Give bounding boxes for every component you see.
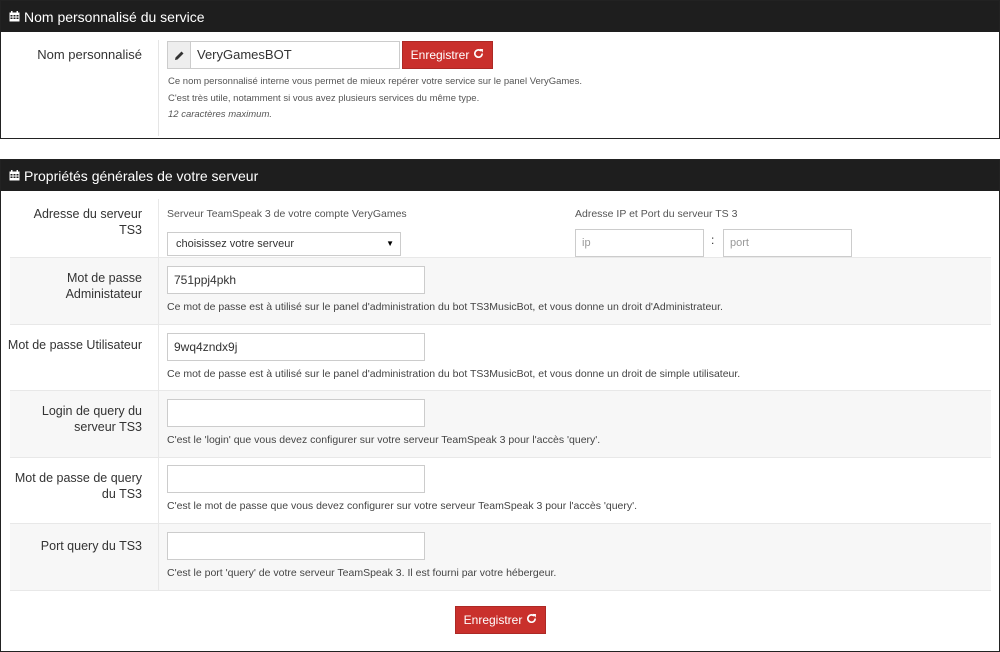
save-label: Enregistrer bbox=[463, 613, 523, 627]
query-login-row: Login de query du serveur TS3 C'est le '… bbox=[10, 391, 991, 458]
query-password-row: Mot de passe de query du TS3 C'est le mo… bbox=[10, 458, 991, 524]
help-text: C'est le port 'query' de votre serveur T… bbox=[167, 567, 557, 579]
calendar-icon bbox=[9, 11, 20, 22]
ip-port-label: Adresse IP et Port du serveur TS 3 bbox=[575, 208, 738, 220]
custom-name-input[interactable]: VeryGamesBOT bbox=[190, 41, 400, 69]
divider bbox=[158, 524, 159, 590]
help-text: Ce mot de passe est à utilisé sur le pan… bbox=[167, 368, 741, 380]
label-line: Administateur bbox=[65, 287, 142, 301]
divider bbox=[158, 40, 159, 136]
divider bbox=[158, 391, 159, 457]
divider bbox=[158, 458, 159, 523]
panel-header: Propriétés générales de votre serveur bbox=[1, 160, 999, 191]
refresh-icon bbox=[473, 48, 484, 62]
help-text: C'est le mot de passe que vous devez con… bbox=[167, 500, 638, 512]
server-properties-panel: Propriétés générales de votre serveur Ad… bbox=[0, 159, 1000, 652]
query-login-label: Login de query du serveur TS3 bbox=[10, 403, 142, 435]
admin-password-row: Mot de passe Administateur 751ppj4pkh Ce… bbox=[10, 258, 991, 325]
label-line: Mot de passe de query bbox=[14, 471, 142, 485]
save-name-button[interactable]: Enregistrer bbox=[402, 41, 493, 69]
panel-title: Nom personnalisé du service bbox=[24, 8, 205, 25]
query-password-label: Mot de passe de query du TS3 bbox=[10, 470, 142, 502]
divider bbox=[158, 199, 159, 257]
pencil-icon bbox=[167, 41, 190, 69]
help-text: Ce nom personnalisé interne vous permet … bbox=[168, 76, 582, 87]
admin-password-label: Mot de passe Administateur bbox=[10, 270, 142, 302]
help-text: C'est très utile, notamment si vous avez… bbox=[168, 93, 480, 104]
query-password-input[interactable] bbox=[167, 465, 425, 493]
query-port-input[interactable] bbox=[167, 532, 425, 560]
refresh-icon bbox=[526, 613, 537, 627]
user-password-label: Mot de passe Utilisateur bbox=[7, 338, 142, 352]
panel-title: Propriétés générales de votre serveur bbox=[24, 167, 259, 184]
custom-name-label: Nom personnalisé bbox=[37, 47, 142, 62]
admin-password-input[interactable]: 751ppj4pkh bbox=[167, 266, 425, 294]
calendar-icon bbox=[9, 170, 20, 181]
divider bbox=[158, 325, 159, 390]
help-text: 12 caractères maximum. bbox=[168, 109, 273, 120]
server-address-row: Adresse du serveur TS3 Serveur TeamSpeak… bbox=[10, 199, 991, 258]
ip-input[interactable]: ip bbox=[575, 229, 704, 257]
server-address-label: Adresse du serveur TS3 bbox=[33, 207, 142, 237]
label-line: du TS3 bbox=[101, 487, 142, 501]
help-text: C'est le 'login' que vous devez configur… bbox=[167, 434, 601, 446]
save-server-button[interactable]: Enregistrer bbox=[455, 606, 546, 634]
user-password-input[interactable]: 9wq4zndx9j bbox=[167, 333, 425, 361]
help-text: Ce mot de passe est à utilisé sur le pan… bbox=[167, 301, 723, 313]
server-select[interactable]: choisissez votre serveur ▼ bbox=[167, 232, 401, 256]
query-port-row: Port query du TS3 C'est le port 'query' … bbox=[10, 524, 991, 591]
user-password-row: Mot de passe Utilisateur 9wq4zndx9j Ce m… bbox=[8, 325, 991, 391]
server-select-value: choisissez votre serveur bbox=[176, 238, 294, 250]
label-line: Login de query du bbox=[41, 404, 142, 418]
caret-down-icon: ▼ bbox=[386, 239, 394, 248]
query-port-label: Port query du TS3 bbox=[40, 539, 142, 553]
custom-name-panel: Nom personnalisé du service Nom personna… bbox=[0, 0, 1000, 139]
label-line: Mot de passe bbox=[66, 271, 142, 285]
save-label: Enregistrer bbox=[410, 48, 470, 62]
divider bbox=[158, 258, 159, 324]
ip-port-separator: : bbox=[711, 233, 715, 247]
port-input[interactable]: port bbox=[723, 229, 852, 257]
panel-header: Nom personnalisé du service bbox=[1, 1, 999, 32]
label-line: serveur TS3 bbox=[74, 420, 142, 434]
account-server-label: Serveur TeamSpeak 3 de votre compte Very… bbox=[167, 208, 407, 220]
query-login-input[interactable] bbox=[167, 399, 425, 427]
